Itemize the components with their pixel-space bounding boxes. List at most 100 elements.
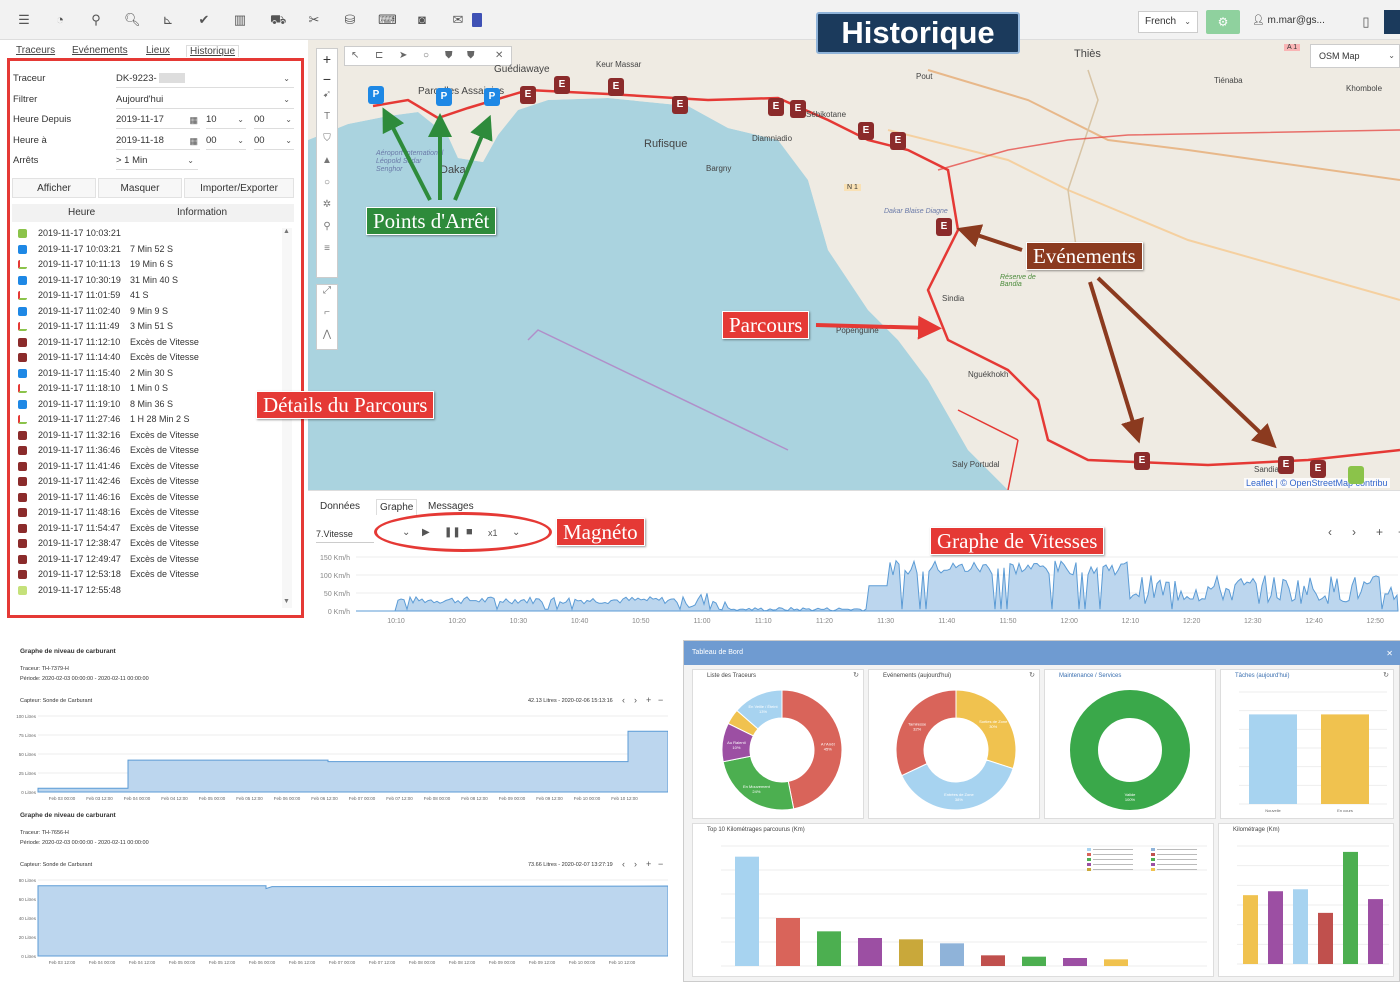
zoom-out-icon[interactable]: − (317, 69, 337, 89)
road-tool-icon[interactable]: ▲ (317, 155, 337, 177)
layers-tool-icon[interactable]: ≡ (317, 243, 337, 265)
line-icon[interactable]: ⊏ (375, 47, 383, 65)
menu-icon[interactable]: ☰ (16, 12, 32, 28)
mobile-icon[interactable]: ▯ (1358, 14, 1374, 30)
km-bar[interactable] (1368, 899, 1383, 964)
hour-from-select[interactable]: 10 ⌄ (206, 111, 246, 129)
list-item[interactable]: 2019-11-17 11:18:10 1 Min 0 S (18, 381, 288, 397)
list-item[interactable]: 2019-11-17 11:15:40 2 Min 30 S (18, 366, 288, 382)
list-item[interactable]: 2019-11-17 12:53:18 Excès de Vitesse (18, 567, 288, 583)
person-tool-icon[interactable]: ⚲ (317, 221, 337, 243)
event-marker[interactable]: E (890, 132, 906, 150)
list-item[interactable]: 2019-11-17 12:49:47 Excès de Vitesse (18, 552, 288, 568)
date-from-input[interactable]: 2019-11-17 ▦ (116, 111, 200, 129)
tab-graphe[interactable]: Graphe (376, 499, 418, 515)
list-item[interactable]: 2019-11-17 11:48:16 Excès de Vitesse (18, 505, 288, 521)
list-item[interactable]: 2019-11-17 10:03:21 7 Min 52 S (18, 242, 288, 258)
tab-messages[interactable]: Messages (428, 501, 474, 512)
fullscreen-icon[interactable]: ⤢ (317, 285, 337, 307)
zoom-in-icon[interactable]: + (317, 49, 337, 69)
chevron-down-icon[interactable]: ⌄ (512, 527, 520, 538)
circle-tool-icon[interactable]: ○ (317, 177, 337, 199)
calendar-icon[interactable]: ▦ (189, 132, 198, 150)
chart-icon[interactable]: ⊾ (160, 12, 176, 28)
list-item[interactable]: 2019-11-17 11:54:47 Excès de Vitesse (18, 521, 288, 537)
event-marker[interactable]: E (608, 78, 624, 96)
zoom-in-graph-icon[interactable]: + (1376, 525, 1383, 539)
user-menu[interactable]: 👤︎ m.mar@gs... (1246, 11, 1346, 33)
list-item[interactable]: 2019-11-17 11:14:40 Excès de Vitesse (18, 350, 288, 366)
top10-bar[interactable] (1063, 958, 1087, 966)
tab-lieux[interactable]: Lieux (146, 45, 170, 56)
locate-arrow-icon[interactable]: ➹ (317, 89, 337, 111)
pause-icon[interactable]: ❚❚ (444, 527, 461, 538)
map-book-icon[interactable]: ▥ (232, 12, 248, 28)
list-item[interactable]: 2019-11-17 10:03:21 (18, 226, 288, 242)
end-marker[interactable] (1348, 466, 1364, 484)
sensor-select[interactable]: 7.Vitesse (316, 525, 374, 543)
chevron-down-icon[interactable]: ⌄ (402, 527, 410, 538)
check-icon[interactable]: ✔ (196, 12, 212, 28)
tab-traceurs[interactable]: Traceurs (16, 45, 55, 56)
show-button[interactable]: Afficher (12, 178, 96, 198)
zoom-in-icon[interactable]: + (646, 859, 651, 869)
playback-speed-value[interactable]: x1 (488, 528, 498, 538)
text-tool-icon[interactable]: T (317, 111, 337, 133)
hide-button[interactable]: Masquer (98, 178, 182, 198)
marker-icon[interactable]: ⛊ (445, 47, 453, 65)
date-to-input[interactable]: 2019-11-18 ▦ (116, 132, 200, 150)
list-item[interactable]: 2019-11-17 11:41:46 Excès de Vitesse (18, 459, 288, 475)
km-bar[interactable] (1343, 851, 1358, 964)
top10-bar[interactable] (735, 856, 759, 966)
event-marker[interactable]: E (1278, 456, 1294, 474)
event-marker[interactable]: E (858, 122, 874, 140)
compass-icon[interactable]: ⋀ (317, 329, 337, 351)
stop-icon[interactable]: ■ (466, 526, 473, 538)
top10-bar[interactable] (776, 918, 800, 966)
event-marker[interactable]: E (520, 86, 536, 104)
event-marker[interactable]: E (672, 96, 688, 114)
event-marker[interactable]: E (1134, 452, 1150, 470)
event-marker[interactable]: E (936, 218, 952, 236)
map-attribution[interactable]: Leaflet | © OpenStreetMap contribu (1244, 478, 1390, 488)
list-item[interactable]: 2019-11-17 12:55:48 (18, 583, 288, 599)
minute-from-select[interactable]: 00 ⌄ (254, 111, 294, 129)
top10-bar[interactable] (1104, 959, 1128, 966)
event-marker[interactable]: E (1310, 460, 1326, 478)
event-marker[interactable]: E (554, 76, 570, 94)
next-icon[interactable]: › (634, 859, 637, 869)
donut-slice[interactable] (895, 689, 957, 777)
list-item[interactable]: 2019-11-17 12:38:47 Excès de Vitesse (18, 536, 288, 552)
km-bar[interactable] (1293, 889, 1308, 964)
play-icon[interactable]: ▶ (422, 527, 430, 538)
top10-bar[interactable] (858, 938, 882, 966)
list-item[interactable]: 2019-11-17 11:12:10 Excès de Vitesse (18, 335, 288, 351)
list-item[interactable]: 2019-11-17 10:11:13 19 Min 6 S (18, 257, 288, 273)
top10-bar[interactable] (1022, 956, 1046, 966)
list-item[interactable]: 2019-11-17 11:32:16 Excès de Vitesse (18, 428, 288, 444)
calendar-icon[interactable]: ▦ (189, 111, 198, 129)
language-select[interactable]: French ⌄ (1138, 11, 1198, 33)
search-icon[interactable]: 🔍︎ (124, 12, 141, 28)
hour-to-select[interactable]: 00 ⌄ (206, 132, 246, 150)
zoom-in-icon[interactable]: + (646, 695, 651, 705)
zoom-out-icon[interactable]: − (658, 695, 663, 705)
pointer-icon[interactable]: ↖ (351, 47, 359, 65)
refresh-icon[interactable]: ↻ (1029, 671, 1035, 679)
stops-select[interactable]: > 1 Min ⌄ (116, 152, 198, 170)
settings-gear-icon[interactable]: ⚙ (1206, 10, 1240, 34)
close-icon[interactable]: ✕ (495, 47, 503, 65)
circle-icon[interactable]: ○ (423, 47, 429, 65)
previous-icon[interactable]: ‹ (622, 859, 625, 869)
list-item[interactable]: 2019-11-17 11:46:16 Excès de Vitesse (18, 490, 288, 506)
sun-tool-icon[interactable]: ✲ (317, 199, 337, 221)
top10-bar[interactable] (817, 931, 841, 966)
list-item[interactable]: 2019-11-17 10:30:19 31 Min 40 S (18, 273, 288, 289)
tab-evenements[interactable]: Evénements (72, 45, 128, 56)
camera-icon[interactable]: ◙ (414, 12, 430, 28)
tracker-select[interactable]: DK-9223- ⌄ (116, 70, 294, 88)
map-layer-select[interactable]: OSM Map ⌄ (1310, 44, 1400, 68)
tab-donnees[interactable]: Données (320, 501, 360, 512)
previous-icon[interactable]: ‹ (1328, 525, 1332, 539)
filter-select[interactable]: Aujourd'hui ⌄ (116, 91, 294, 109)
